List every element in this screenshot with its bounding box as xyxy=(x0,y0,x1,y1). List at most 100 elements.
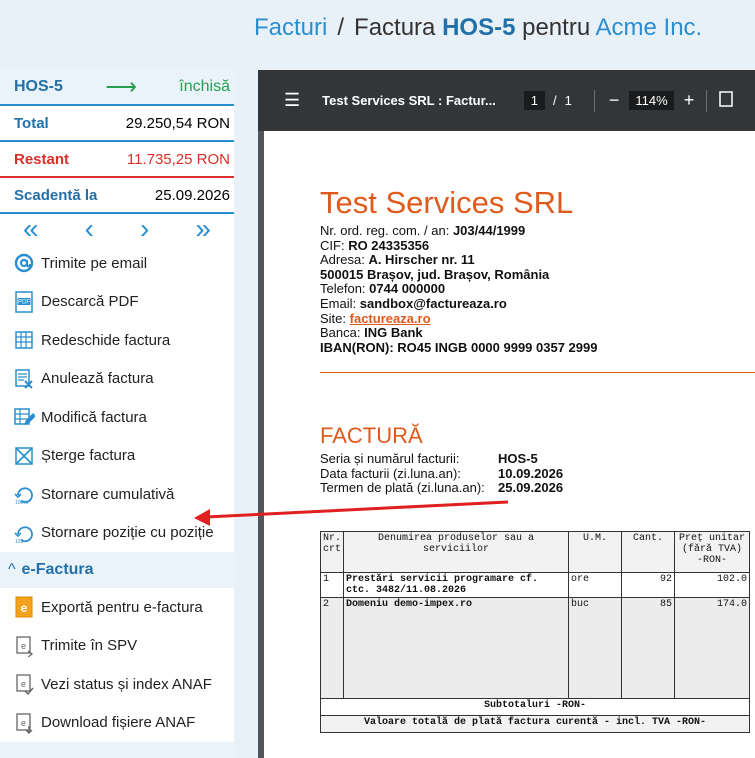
table-row: 2 Domeniu demo-impex.ro buc 85 174.0 xyxy=(319,597,751,699)
zoom-level-input[interactable]: 114% xyxy=(629,91,674,110)
first-invoice-button[interactable]: « xyxy=(23,215,39,243)
email-label: Email: xyxy=(320,295,357,311)
header-um: U.M. xyxy=(568,531,623,573)
header-name: Denumirea produselor sau a serviciilor xyxy=(343,531,570,573)
storno-cumulative-action[interactable]: 100% Stornare cumulativă xyxy=(0,475,234,514)
total-value: 29.250,54 RON xyxy=(125,114,230,132)
due-date-value: 25.09.2026 xyxy=(154,186,230,204)
cif-label: CIF: xyxy=(320,237,345,253)
menu-icon[interactable]: ☰ xyxy=(284,90,300,111)
date-value: 10.09.2026 xyxy=(498,465,564,481)
chevron-up-icon: ^ xyxy=(8,561,16,578)
series-label: Seria și numărul facturii: xyxy=(320,451,460,466)
page-total: 1 xyxy=(564,93,572,108)
last-invoice-button[interactable]: » xyxy=(195,215,211,243)
export-efactura-action[interactable]: e Exportă pentru e-factura xyxy=(0,588,234,627)
pdf-page: Test Services SRL Nr. ord. reg. com. / a… xyxy=(264,131,755,758)
efactura-menu: e Exportă pentru e-factura e Trimite în … xyxy=(0,588,234,742)
toolbar-divider xyxy=(593,89,595,112)
subtotal-label: Subtotaluri -RON- xyxy=(319,698,751,716)
storno-line-action[interactable]: 123 Stornare poziție cu poziție xyxy=(0,514,234,553)
download-anaf-action[interactable]: e Download fișiere ANAF xyxy=(0,704,234,743)
download-pdf-action[interactable]: PDF Descarcă PDF xyxy=(0,283,234,322)
term-label: Termen de plată (zi.luna.an): xyxy=(320,480,485,496)
invoice-items-table: Nr. crt Denumirea produselor sau a servi… xyxy=(319,531,751,733)
edit-invoice-action[interactable]: Modifică factura xyxy=(0,398,234,437)
previous-invoice-button[interactable]: ‹ xyxy=(85,215,94,243)
site-link[interactable]: factureaza.ro xyxy=(350,311,431,326)
total-label: Total xyxy=(14,114,49,132)
pdf-viewer: ☰ Test Services SRL : Factur... 1 / 1 − … xyxy=(258,70,755,758)
row-name: Prestări servicii programare cf. ctc. 34… xyxy=(343,572,570,598)
row-um: ore xyxy=(568,572,623,598)
send-spv-action[interactable]: e Trimite în SPV xyxy=(0,627,234,666)
page-separator: / xyxy=(553,93,557,108)
fit-page-icon[interactable] xyxy=(719,91,733,110)
remaining-row: Restant 11.735,25 RON xyxy=(0,142,234,178)
storno-line-label: Stornare poziție cu poziție xyxy=(41,524,214,542)
breadcrumb: Facturi / Factura HOS-5 pentru Acme Inc. xyxy=(254,14,702,42)
invoice-code: HOS-5 xyxy=(14,78,63,95)
phone-label: Telefon: xyxy=(320,281,366,297)
send-email-action[interactable]: Trimite pe email xyxy=(0,244,234,283)
company-name: Test Services SRL xyxy=(320,185,574,220)
efactura-section-title: e-Factura xyxy=(21,561,94,578)
table-row: 1 Prestări servicii programare cf. ctc. … xyxy=(319,572,751,598)
term-value: 25.09.2026 xyxy=(498,480,564,496)
company-details: Nr. ord. reg. com. / an: J03/44/1999 CIF… xyxy=(320,223,597,355)
address-label: Adresa: xyxy=(320,252,365,268)
send-spv-icon: e xyxy=(12,634,36,658)
table-header-row: Nr. crt Denumirea produselor sau a servi… xyxy=(319,531,751,573)
status-anaf-icon: e xyxy=(12,672,36,696)
svg-text:e: e xyxy=(21,718,26,728)
row-price: 174.0 xyxy=(674,597,751,699)
remaining-label: Restant xyxy=(14,150,70,168)
status-anaf-action[interactable]: e Vezi status și index ANAF xyxy=(0,665,234,704)
svg-text:e: e xyxy=(21,601,28,615)
due-date-label: Scadentă la xyxy=(14,186,98,204)
invoice-meta: Seria și numărul facturii: HOS-5 Data fac… xyxy=(320,451,564,496)
row-price: 102.0 xyxy=(674,572,751,598)
send-email-label: Trimite pe email xyxy=(41,254,148,272)
address-value: A. Hirscher nr. 11 xyxy=(368,252,475,268)
breadcrumb-separator: / xyxy=(337,14,345,41)
page-number-input[interactable]: 1 xyxy=(523,91,546,110)
download-anaf-icon: e xyxy=(12,711,36,735)
zoom-in-button[interactable]: + xyxy=(684,90,695,111)
export-efactura-icon: e xyxy=(12,595,36,619)
pdf-icon: PDF xyxy=(12,290,36,314)
pdf-document-title: Test Services SRL : Factur... xyxy=(322,93,496,108)
cancel-invoice-action[interactable]: Anulează factura xyxy=(0,360,234,399)
document-title: FACTURĂ xyxy=(320,423,423,448)
download-anaf-label: Download fișiere ANAF xyxy=(41,714,196,732)
date-label: Data facturii (zi.luna.an): xyxy=(320,465,461,481)
reopen-invoice-action[interactable]: Redeschide factura xyxy=(0,321,234,360)
edit-invoice-icon xyxy=(12,405,36,429)
iban-label: IBAN(RON): xyxy=(320,339,394,355)
svg-text:e: e xyxy=(21,641,26,651)
svg-text:123: 123 xyxy=(15,539,24,544)
breadcrumb-middle: pentru xyxy=(522,14,591,41)
cancel-invoice-label: Anulează factura xyxy=(41,370,154,388)
zoom-out-button[interactable]: − xyxy=(609,90,620,111)
cif-value: RO 24335356 xyxy=(348,237,430,253)
delete-invoice-label: Șterge factura xyxy=(41,447,136,465)
delete-invoice-action[interactable]: Șterge factura xyxy=(0,437,234,476)
invoice-navigation: « ‹ › » xyxy=(0,214,234,244)
reg-label: Nr. ord. reg. com. / an: xyxy=(320,223,450,238)
download-pdf-label: Descarcă PDF xyxy=(41,293,139,311)
breadcrumb-invoices-link[interactable]: Facturi xyxy=(254,14,327,41)
breadcrumb-prefix: Factura xyxy=(354,14,436,41)
storno-line-icon: 123 xyxy=(12,521,36,545)
header-qty: Cant. xyxy=(621,531,676,573)
status-anaf-label: Vezi status și index ANAF xyxy=(41,675,212,693)
breadcrumb-client-link[interactable]: Acme Inc. xyxy=(596,14,703,41)
total-row: Total 29.250,54 RON xyxy=(0,106,234,142)
efactura-section-toggle[interactable]: ^ e-Factura xyxy=(0,552,234,588)
export-efactura-label: Exportă pentru e-factura xyxy=(41,598,203,616)
phone-value: 0744 000000 xyxy=(369,281,446,297)
header-nr: Nr. crt xyxy=(319,531,345,573)
svg-text:100%: 100% xyxy=(15,500,28,505)
next-invoice-button[interactable]: › xyxy=(140,215,149,243)
header-divider xyxy=(320,372,755,373)
